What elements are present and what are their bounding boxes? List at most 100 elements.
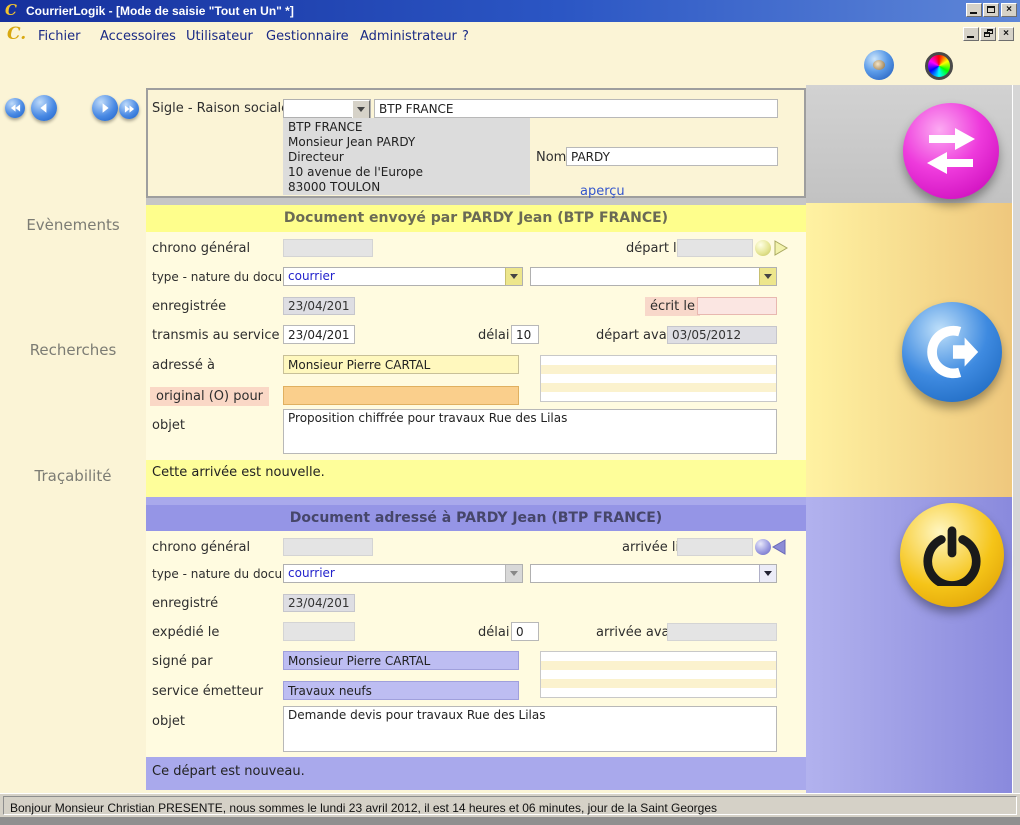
sent-section-header: Document envoyé par PARDY Jean (BTP FRAN… <box>146 205 806 232</box>
menu-logo-icon: C. <box>7 24 26 44</box>
recv-delai-label: délai <box>478 625 509 640</box>
next-record-button[interactable] <box>92 95 118 121</box>
power-icon <box>921 524 983 586</box>
recv-nature-combo[interactable] <box>530 564 777 583</box>
last-record-icon <box>124 104 135 114</box>
recv-type-combo[interactable]: courrier <box>283 564 523 583</box>
sent-chrono-label: chrono général <box>152 241 250 256</box>
recv-nature-combo-button[interactable] <box>759 565 776 582</box>
depart-lie-sphere-button[interactable] <box>755 240 771 256</box>
original-pour-input[interactable] <box>283 386 519 405</box>
signe-par-input[interactable] <box>283 651 519 670</box>
raison-sociale-input[interactable] <box>374 99 778 118</box>
menu-gestionnaire[interactable]: Gestionnaire <box>266 29 349 44</box>
menubar: C. Fichier Accessoires Utilisateur Gesti… <box>0 22 1020 48</box>
enregistre-label: enregistré <box>152 596 218 611</box>
app-logo-icon: C <box>5 1 17 19</box>
sigle-label: Sigle - Raison sociale <box>152 101 289 116</box>
chevron-down-icon <box>510 571 518 576</box>
sent-type-combo-button[interactable] <box>505 268 522 285</box>
recv-objet-textarea[interactable]: Demande devis pour travaux Rue des Lilas <box>283 706 777 752</box>
sent-notes-box[interactable] <box>540 355 777 402</box>
adresse-a-input[interactable] <box>283 355 519 374</box>
sidebar-item-tracabilite[interactable]: Traçabilité <box>0 467 146 485</box>
sent-delai-label: délai <box>478 328 509 343</box>
enregistree-input <box>283 297 355 315</box>
menu-accessoires[interactable]: Accessoires <box>100 29 176 44</box>
cycle-forward-icon <box>921 321 983 383</box>
sent-nature-combo[interactable] <box>530 267 777 286</box>
previous-record-button[interactable] <box>31 95 57 121</box>
sent-status-text: Cette arrivée est nouvelle. <box>152 465 325 480</box>
nom-input[interactable] <box>566 147 778 166</box>
sent-objet-label: objet <box>152 418 185 433</box>
sent-chrono-input <box>283 239 373 257</box>
maximize-icon <box>987 6 995 13</box>
adresse-a-label: adressé à <box>152 358 215 373</box>
chevron-down-icon <box>510 274 518 279</box>
chevron-down-icon <box>764 274 772 279</box>
last-record-button[interactable] <box>119 99 139 119</box>
menu-fichier[interactable]: Fichier <box>38 29 81 44</box>
first-record-button[interactable] <box>5 98 25 118</box>
close-icon: × <box>1002 4 1016 16</box>
sent-delai-input[interactable] <box>511 325 539 344</box>
cycle-forward-button[interactable] <box>902 302 1002 402</box>
recv-type-combo-button[interactable] <box>505 565 522 582</box>
mdi-restore-button[interactable] <box>980 27 996 41</box>
sidebar-item-evenements[interactable]: Evènements <box>0 216 146 234</box>
close-button[interactable]: × <box>1001 3 1017 17</box>
sent-nature-combo-button[interactable] <box>759 268 776 285</box>
depart-lie-arrow-icon[interactable] <box>774 240 788 256</box>
transmis-label: transmis au service O <box>152 328 294 343</box>
depart-lie-input <box>677 239 753 257</box>
arrivee-liee-sphere-button[interactable] <box>755 539 771 555</box>
first-record-icon <box>10 103 21 113</box>
sent-objet-textarea[interactable]: Proposition chiffrée pour travaux Rue de… <box>283 409 777 454</box>
enregistree-label: enregistrée <box>152 299 226 314</box>
expedie-le-input <box>283 622 355 641</box>
apercu-link[interactable]: aperçu <box>580 184 625 199</box>
mdi-minimize-button[interactable] <box>963 27 979 41</box>
color-wheel-icon[interactable] <box>925 52 953 80</box>
ecrit-le-input[interactable] <box>697 297 777 315</box>
section-divider <box>146 198 806 205</box>
mdi-close-button[interactable]: × <box>998 27 1014 41</box>
service-emetteur-label: service émetteur <box>152 684 263 699</box>
signe-par-label: signé par <box>152 654 213 669</box>
recv-chrono-input <box>283 538 373 556</box>
next-record-icon <box>99 102 111 114</box>
minimize-button[interactable] <box>966 3 982 17</box>
maximize-button[interactable] <box>983 3 999 17</box>
menu-aide[interactable]: ? <box>462 29 469 44</box>
arrivee-avant-label: arrivée avant <box>596 625 664 640</box>
swap-arrows-icon <box>923 122 979 180</box>
swap-button[interactable] <box>903 103 999 199</box>
blue-orb-icon[interactable] <box>864 50 894 80</box>
original-pour-label: original (O) pour <box>150 387 269 406</box>
mdi-close-icon: × <box>999 28 1013 40</box>
sent-type-combo[interactable]: courrier <box>283 267 523 286</box>
statusbar-text: Bonjour Monsieur Christian PRESENTE, nou… <box>3 796 1017 815</box>
sidebar-item-recherches[interactable]: Recherches <box>0 341 146 359</box>
window-bottom-edge <box>0 817 1020 825</box>
sigle-combo-button[interactable] <box>352 100 370 119</box>
arrivee-liee-arrow-icon[interactable] <box>772 539 786 555</box>
depart-avant-input <box>667 326 777 344</box>
service-emetteur-input[interactable] <box>283 681 519 700</box>
ecrit-le-label: écrit le <box>645 297 700 316</box>
sigle-combo[interactable] <box>283 99 371 118</box>
window-edge <box>1012 85 1020 793</box>
recv-chrono-label: chrono général <box>152 540 250 555</box>
menu-utilisateur[interactable]: Utilisateur <box>186 29 253 44</box>
power-button[interactable] <box>900 503 1004 607</box>
arrivee-liee-input <box>677 538 753 556</box>
recv-notes-box[interactable] <box>540 651 777 698</box>
recv-delai-input[interactable] <box>511 622 539 641</box>
arrivee-avant-input <box>667 623 777 641</box>
window-title: CourrierLogik - [Mode de saisie "Tout en… <box>26 0 294 22</box>
menu-administrateur[interactable]: Administrateur <box>360 29 457 44</box>
minimize-icon <box>970 12 977 14</box>
transmis-input[interactable] <box>283 325 355 344</box>
titlebar: C CourrierLogik - [Mode de saisie "Tout … <box>0 0 1020 22</box>
